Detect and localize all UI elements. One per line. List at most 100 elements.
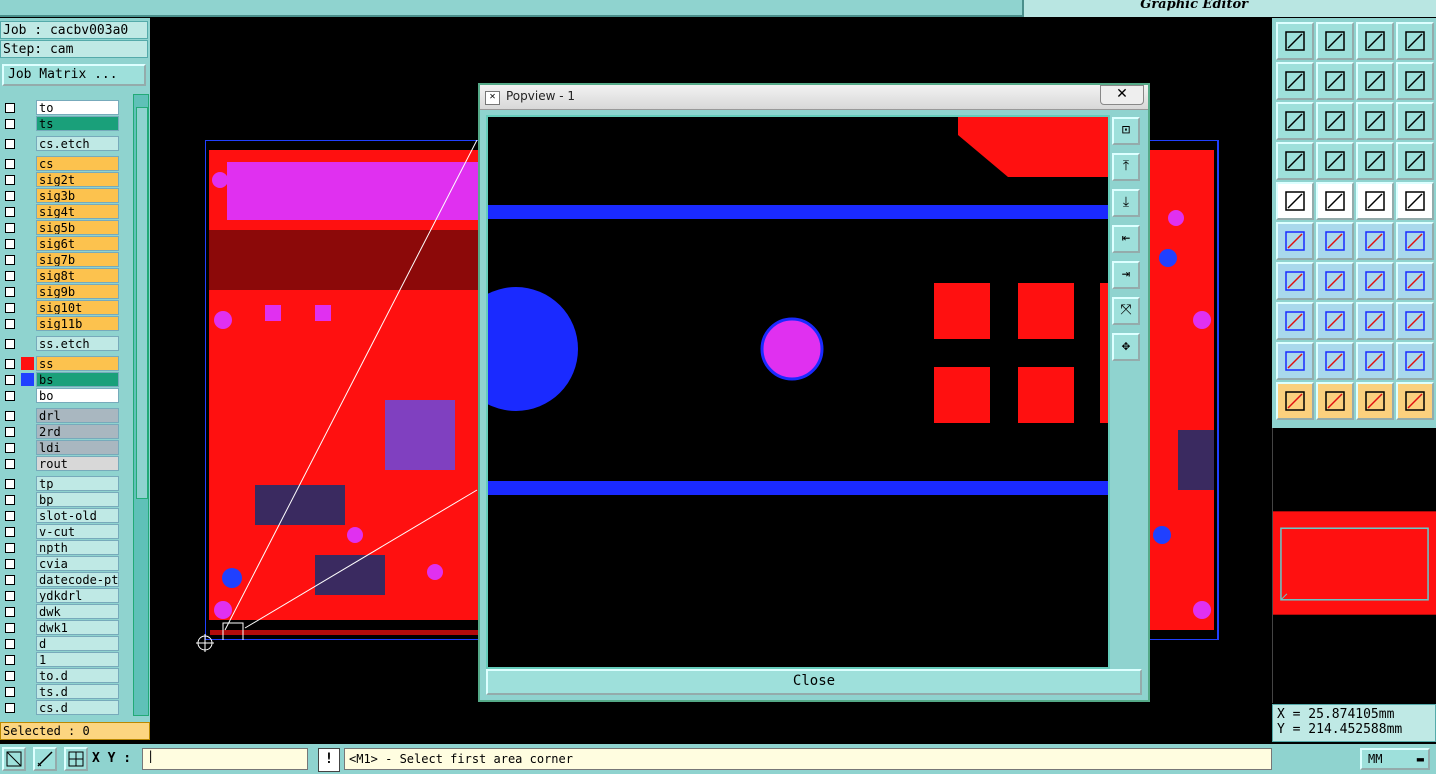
layer-checkbox[interactable] <box>5 223 15 233</box>
layer-row[interactable]: to.d <box>0 668 132 683</box>
layer-row[interactable]: dwk <box>0 604 132 619</box>
page-down-icon[interactable] <box>1316 22 1354 60</box>
pv-pan-right-icon[interactable]: ⇥ <box>1112 261 1140 289</box>
layer-checkbox[interactable] <box>5 159 15 169</box>
layer-row[interactable]: sig10t <box>0 300 132 315</box>
layer-checkbox[interactable] <box>5 359 15 369</box>
layer-row[interactable]: sig2t <box>0 172 132 187</box>
polygon-icon[interactable] <box>1316 342 1354 380</box>
layer-row[interactable]: 2rd <box>0 424 132 439</box>
layer-row[interactable]: bp <box>0 492 132 507</box>
layer-row[interactable]: sig6t <box>0 236 132 251</box>
layer-checkbox[interactable] <box>5 443 15 453</box>
tool-settings-icon[interactable] <box>1276 142 1314 180</box>
layer-checkbox[interactable] <box>5 479 15 489</box>
layer-checkbox[interactable] <box>5 139 15 149</box>
layer-checkbox[interactable] <box>5 207 15 217</box>
layer-checkbox[interactable] <box>5 459 15 469</box>
layer-checkbox[interactable] <box>5 427 15 437</box>
layer-name[interactable]: rout <box>36 456 119 471</box>
layer-name[interactable]: cvia <box>36 556 119 571</box>
layer-row[interactable]: sig7b <box>0 252 132 267</box>
window-icon[interactable] <box>1396 22 1434 60</box>
zoom-center-icon[interactable] <box>1316 102 1354 140</box>
layer-name[interactable]: cs.d <box>36 700 119 715</box>
layer-row[interactable]: v-cut <box>0 524 132 539</box>
help-icon[interactable] <box>1396 102 1434 140</box>
layer-checkbox[interactable] <box>5 271 15 281</box>
layer-name[interactable]: 1 <box>36 652 119 667</box>
scrollbar-thumb[interactable] <box>136 107 148 499</box>
layer-checkbox[interactable] <box>5 575 15 585</box>
pv-pan-down-icon[interactable]: ⤓ <box>1112 189 1140 217</box>
layer-checkbox[interactable] <box>5 175 15 185</box>
line-icon[interactable] <box>1316 262 1354 300</box>
popview-title-bar[interactable]: ✕ Popview - 1 ✕ <box>480 85 1148 110</box>
layer-name[interactable]: to <box>36 100 119 115</box>
units-select[interactable]: MM ▬ <box>1360 748 1430 770</box>
layer-checkbox[interactable] <box>5 303 15 313</box>
layer-checkbox[interactable] <box>5 391 15 401</box>
layers-down-icon[interactable] <box>1396 142 1434 180</box>
layer-row[interactable]: sig11b <box>0 316 132 331</box>
snap-icon[interactable] <box>1396 262 1434 300</box>
zoom-fit-icon[interactable] <box>1276 102 1314 140</box>
layer-row[interactable]: 1 <box>0 652 132 667</box>
layer-name[interactable]: 2rd <box>36 424 119 439</box>
layer-name[interactable]: sig11b <box>36 316 119 331</box>
layer-checkbox[interactable] <box>5 287 15 297</box>
layer-checkbox[interactable] <box>5 527 15 537</box>
pv-zoom-in-icon[interactable]: ⤧ <box>1112 297 1140 325</box>
xy-input[interactable]: | <box>142 748 308 770</box>
move-point-icon[interactable] <box>1356 222 1394 260</box>
layer-checkbox[interactable] <box>5 623 15 633</box>
pointer-icon[interactable] <box>1276 382 1314 420</box>
layer-name[interactable]: ldi <box>36 440 119 455</box>
add-point-icon[interactable] <box>1396 222 1434 260</box>
job-matrix-button[interactable]: Job Matrix ... <box>2 64 146 86</box>
scale-icon[interactable] <box>1356 102 1394 140</box>
layer-name[interactable]: sig7b <box>36 252 119 267</box>
layer-name[interactable]: sig9b <box>36 284 119 299</box>
layer-row[interactable]: dwk1 <box>0 620 132 635</box>
layer-name[interactable]: sig8t <box>36 268 119 283</box>
pv-zoom-fit-icon[interactable]: ⊡ <box>1112 117 1140 145</box>
measure-mode-icon[interactable] <box>33 747 57 771</box>
layer-name[interactable]: d <box>36 636 119 651</box>
pad-icon[interactable] <box>1276 182 1314 220</box>
layer-checkbox[interactable] <box>5 607 15 617</box>
warning-icon[interactable]: ! <box>318 748 340 772</box>
delete-icon[interactable] <box>1316 222 1354 260</box>
layer-name[interactable]: sig3b <box>36 188 119 203</box>
select-pad-icon[interactable] <box>1356 382 1394 420</box>
layer-name[interactable]: datecode-pt <box>36 572 119 587</box>
layer-row[interactable]: d <box>0 636 132 651</box>
layer-name[interactable]: dwk <box>36 604 119 619</box>
copy-icon[interactable] <box>1396 302 1434 340</box>
pcb-board-view[interactable] <box>205 140 485 640</box>
layer-row[interactable]: sig5b <box>0 220 132 235</box>
layer-name[interactable]: dwk1 <box>36 620 119 635</box>
page-left-icon[interactable] <box>1276 62 1314 100</box>
layer-checkbox[interactable] <box>5 239 15 249</box>
pad-add-icon[interactable] <box>1276 302 1314 340</box>
layer-checkbox[interactable] <box>5 655 15 665</box>
layer-checkbox[interactable] <box>5 703 15 713</box>
layer-checkbox[interactable] <box>5 375 15 385</box>
layer-checkbox[interactable] <box>5 559 15 569</box>
layer-name[interactable]: sig2t <box>36 172 119 187</box>
layer-name[interactable]: sig10t <box>36 300 119 315</box>
layer-checkbox[interactable] <box>5 511 15 521</box>
layer-name[interactable]: ss.etch <box>36 336 119 351</box>
pv-pan-left-icon[interactable]: ⇤ <box>1112 225 1140 253</box>
layer-checkbox[interactable] <box>5 495 15 505</box>
board-overview[interactable] <box>1272 428 1436 703</box>
layer-name[interactable]: cs.etch <box>36 136 119 151</box>
layer-checkbox[interactable] <box>5 543 15 553</box>
layer-checkbox[interactable] <box>5 591 15 601</box>
layer-row[interactable]: bs <box>0 372 132 387</box>
layer-list-scrollbar[interactable] <box>133 94 149 716</box>
layer-row[interactable]: sig4t <box>0 204 132 219</box>
layer-row[interactable]: ydkdrl <box>0 588 132 603</box>
layer-row[interactable]: ss <box>0 356 132 371</box>
